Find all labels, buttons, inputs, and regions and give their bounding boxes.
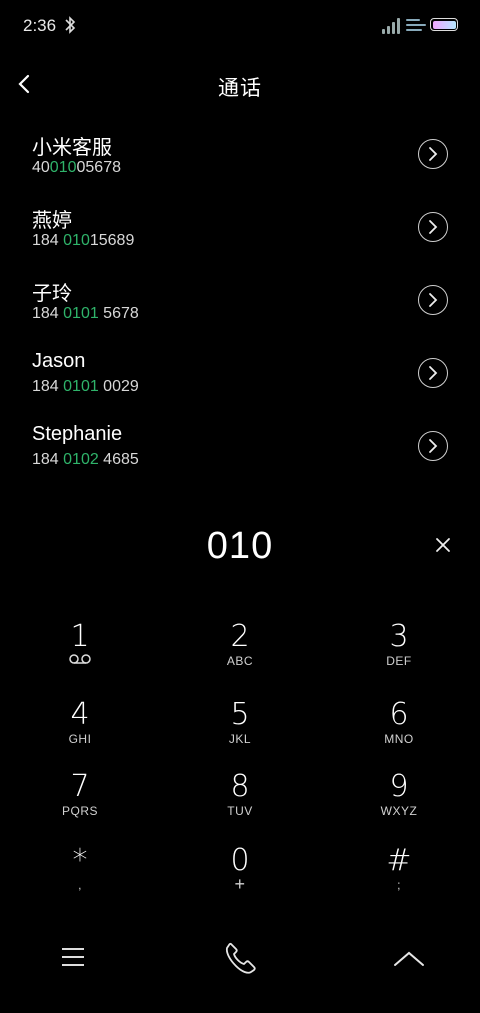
contact-number: 184 01015689: [32, 232, 135, 249]
list-item[interactable]: 燕婷 184 01015689: [0, 191, 480, 264]
key-6[interactable]: 6 MNO: [339, 700, 459, 764]
key-8[interactable]: 8 TUV: [180, 772, 300, 836]
contact-number: 184 0102 4685: [32, 451, 139, 468]
battery-icon: [430, 18, 458, 31]
bluetooth-icon: [65, 16, 76, 34]
network-icon: [406, 18, 426, 34]
key-1[interactable]: 1: [20, 622, 140, 686]
contact-name: 燕婷: [32, 210, 72, 232]
chevron-right-icon[interactable]: [418, 358, 448, 388]
contact-name: 小米客服: [32, 137, 112, 159]
page-title: 通话: [218, 77, 262, 100]
key-5[interactable]: 5 JKL: [180, 700, 300, 764]
key-7[interactable]: 7 PQRS: [20, 772, 140, 836]
key-2[interactable]: 2 ABC: [180, 622, 300, 686]
list-item[interactable]: Stephanie 184 0102 4685: [0, 410, 480, 483]
contact-number: 4001005678: [32, 159, 121, 176]
list-item[interactable]: Jason 184 0101 0029: [0, 337, 480, 410]
key-9[interactable]: 9 WXYZ: [339, 772, 459, 836]
voicemail-icon: [69, 654, 91, 664]
key-hash[interactable]: # ;: [339, 846, 459, 910]
contact-number: 184 0101 0029: [32, 378, 139, 395]
chevron-right-icon[interactable]: [418, 212, 448, 242]
menu-icon[interactable]: [62, 948, 84, 966]
chevron-right-icon[interactable]: [418, 431, 448, 461]
status-bar: 2:36: [0, 0, 480, 52]
chevron-up-icon[interactable]: [392, 950, 426, 968]
key-star[interactable]: * ,: [20, 846, 140, 910]
contact-name: 子玲: [32, 283, 72, 305]
bottom-bar: [0, 930, 480, 990]
key-0[interactable]: 0 +: [180, 846, 300, 910]
status-time: 2:36: [23, 16, 57, 35]
list-item[interactable]: 小米客服 4001005678: [0, 118, 480, 191]
close-icon[interactable]: [434, 536, 452, 554]
contact-number: 184 0101 5678: [32, 305, 139, 322]
dial-input[interactable]: 010: [0, 525, 480, 575]
chevron-right-icon[interactable]: [418, 285, 448, 315]
key-4[interactable]: 4 GHI: [20, 700, 140, 764]
contact-name: Jason: [32, 350, 86, 372]
phone-icon[interactable]: [222, 940, 258, 976]
key-3[interactable]: 3 DEF: [339, 622, 459, 686]
chevron-right-icon[interactable]: [418, 139, 448, 169]
signal-icon: [382, 18, 402, 34]
contact-name: Stephanie: [32, 423, 123, 445]
list-item[interactable]: 子玲 184 0101 5678: [0, 264, 480, 337]
header: 通话: [0, 60, 480, 110]
contact-list: 小米客服 4001005678 燕婷 184 01015689 子玲 184 0…: [0, 118, 480, 508]
